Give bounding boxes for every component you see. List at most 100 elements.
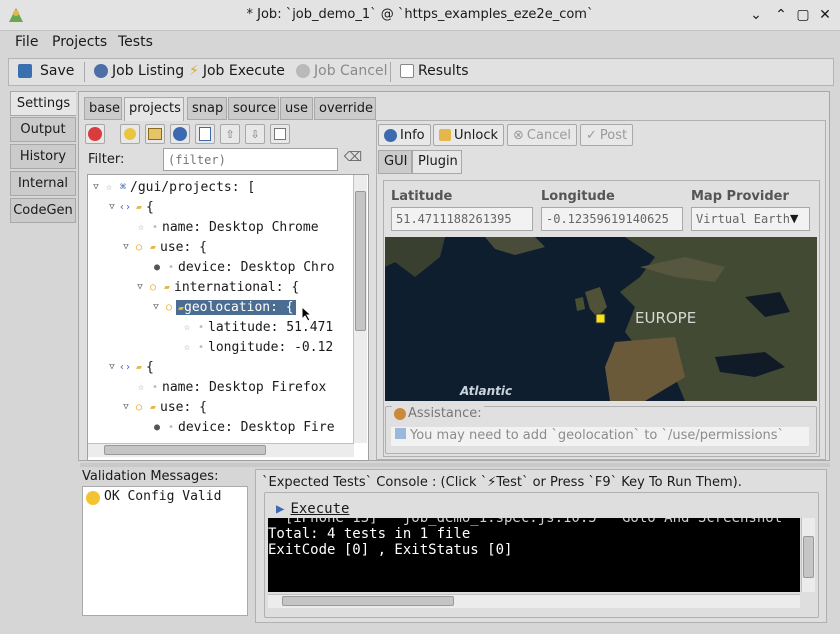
tree-horizontal-scrollbar[interactable] [88,443,354,457]
toolbar-divider [390,62,391,82]
tab-projects[interactable]: projects [124,97,184,121]
results-label: Results [418,63,469,79]
unlock-label: Unlock [454,127,498,143]
filter-input[interactable] [163,148,338,171]
tab-snap[interactable]: snap [187,97,227,120]
console-output[interactable]: [iPhone 13] job_demo_1.spec.js:10:5 Goto… [268,518,800,592]
add-button[interactable] [270,124,290,144]
side-tab-settings[interactable]: Settings [10,91,76,116]
scroll-thumb[interactable] [803,536,814,578]
save-icon [18,64,32,78]
restore-icon[interactable]: ▢ [794,6,812,24]
validation-title: Validation Messages: [82,469,219,484]
map-label-europe: EUROPE [635,309,697,327]
scroll-thumb[interactable] [104,445,266,455]
close-icon[interactable]: ✕ [816,6,834,24]
side-tab-internal[interactable]: Internal [10,171,76,196]
collapse-icon[interactable]: ▽ [120,242,132,252]
unlock-icon [439,129,451,141]
tree-label: longitude: -0.12 [208,339,334,355]
tree-row[interactable]: ● • device: Desktop Fire [150,417,335,437]
tree-row[interactable]: ▽ ☆ ⌘/gui/projects: [ [90,177,255,197]
collapse-icon[interactable]: ▽ [106,362,118,372]
tree-label: international: { [174,279,300,295]
console-horizontal-scrollbar[interactable] [268,594,800,608]
tree-label: device: Desktop Fire [178,419,335,435]
job-cancel-button[interactable]: Job Cancel [296,63,387,79]
menu-file[interactable]: File [15,34,38,50]
copy-icon [199,127,211,141]
json-tree[interactable]: ▽ ☆ ⌘/gui/projects: [ ▽ ‹› ▰{ ☆ • name: Deskto… [87,174,369,461]
tree-row[interactable]: ▽ ○ ▰ international: { [134,277,299,297]
splitter[interactable] [80,463,830,467]
unlock-button[interactable]: Unlock [433,124,504,146]
stop-icon [296,64,310,78]
filter-clear-icon[interactable]: ⌫ [343,150,363,170]
save-button[interactable]: Save [18,63,74,79]
collapse-icon[interactable]: ▽ [106,202,118,212]
tab-base[interactable]: base [84,97,122,120]
latitude-field[interactable]: 51.4711188261395 [391,207,533,231]
lightning-icon: ⚡ [189,63,199,79]
tab-gui[interactable]: GUI [378,150,412,174]
remove-icon [88,127,102,141]
collapse-icon[interactable]: ▽ [150,302,162,312]
post-button[interactable]: ✓ Post [580,124,634,146]
menu-projects[interactable]: Projects [52,34,107,50]
tree-row[interactable]: ▽ ○ ▰ use: { [120,237,207,257]
menu-tests[interactable]: Tests [118,34,153,50]
tree-row[interactable]: ▽ ○ ▰ use: { [120,397,207,417]
tree-row[interactable]: ● • device: Desktop Chro [150,257,335,277]
job-execute-button[interactable]: ⚡ Job Execute [189,63,285,79]
scroll-thumb[interactable] [355,191,366,331]
record-icon: ● [153,421,161,433]
info-label: Info [400,127,425,143]
edit-button[interactable] [145,124,165,144]
info-button[interactable] [170,124,190,144]
results-button[interactable]: Results [400,63,469,79]
collapse-icon[interactable]: ▽ [134,282,146,292]
tree-label-selected: ▰geolocation: { [176,299,296,315]
longitude-field[interactable]: -0.12359619140625 [541,207,683,231]
side-tab-output[interactable]: Output [10,117,76,142]
job-execute-label: Job Execute [202,63,285,79]
mouse-cursor-icon [301,305,313,322]
info-tab-button[interactable]: Info [378,124,431,146]
record-icon: ● [153,261,161,273]
move-up-button[interactable]: ⇧ [220,124,240,144]
tree-row[interactable]: ☆ • name: Desktop Chrome [134,217,319,237]
tree-label: name: Desktop Firefox [162,379,327,395]
maximize-icon[interactable]: ⌃ [772,6,790,24]
tree-row[interactable]: ▽ ‹› ▰{ [106,197,154,217]
lookup-button[interactable] [120,124,140,144]
cancel-edit-button[interactable]: ⊗ Cancel [507,124,577,146]
tree-row[interactable]: ▽ ○ ▰geolocation: { [150,297,296,317]
tree-row[interactable]: ☆ • name: Desktop Firefox [134,377,326,397]
arrow-down-icon: ⇩ [250,127,260,141]
remove-button[interactable] [85,124,105,144]
scroll-thumb[interactable] [282,596,454,606]
tree-row[interactable]: ☆ • longitude: -0.12 [180,337,333,357]
copy-button[interactable] [195,124,215,144]
tab-source[interactable]: source [228,97,279,120]
tab-plugin[interactable]: Plugin [412,150,462,174]
tree-row[interactable]: ▽ ‹› ▰{ [106,357,154,377]
move-down-button[interactable]: ⇩ [245,124,265,144]
execute-button[interactable]: ▶ Execute [276,501,349,517]
tab-override[interactable]: override [314,97,376,120]
tree-vertical-scrollbar[interactable] [353,175,367,443]
console-vertical-scrollbar[interactable] [801,518,815,592]
chevron-down-icon[interactable]: ▼ [790,212,798,225]
side-tab-history[interactable]: History [10,144,76,169]
minimize-icon[interactable]: ⌄ [747,6,765,24]
star-icon: ☆ [183,321,191,333]
dot-icon: • [151,381,159,393]
side-tab-codegen[interactable]: CodeGen [10,198,76,223]
tab-use[interactable]: use [280,97,313,120]
collapse-icon[interactable]: ▽ [90,182,102,192]
job-listing-button[interactable]: Job Listing [94,63,184,79]
collapse-icon[interactable]: ▽ [120,402,132,412]
latitude-label: Latitude [391,189,453,204]
map-provider-label: Map Provider [691,189,789,204]
satellite-map[interactable]: EUROPE Atlantic [385,237,817,401]
